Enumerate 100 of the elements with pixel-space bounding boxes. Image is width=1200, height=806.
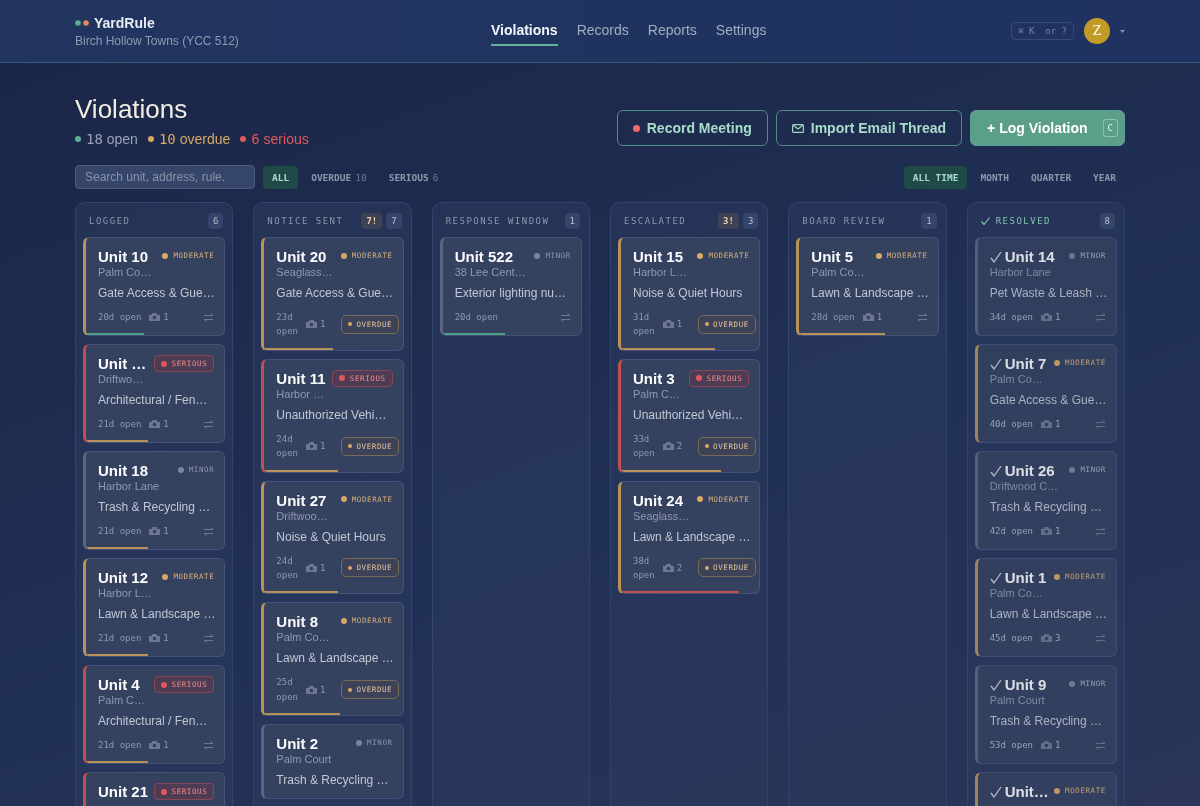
camera-icon [306,685,317,694]
age-text: 28d open [811,312,855,322]
photo-count: 1 [320,319,326,330]
age-text: 23d open [276,311,298,339]
swap-icon[interactable] [1095,312,1106,322]
rule-text: Trash & Recycling … [989,500,1103,514]
community-name: Birch Hollow Towns (YCC 512) [75,33,240,48]
unit-name: Unit 11 [276,369,326,387]
rule-text: Trash & Recycling … [276,773,390,788]
unit-name: Unit 8 [276,613,318,631]
rule-text: Gate Access & Gue… [989,393,1106,407]
nav-tab[interactable]: Violations [491,16,558,46]
address-text: 38 Lee Cent… [454,266,527,278]
address-text: Palm Co… [98,266,153,278]
photo-count: 1 [163,526,169,536]
unit-name: Unit 4 [98,676,140,693]
rule-text: Trash & Recycling … [98,500,212,514]
age-text: 34d open [989,312,1033,322]
column-title: LOGGED [89,216,131,226]
nav-tab[interactable]: Settings [715,16,767,46]
swap-icon[interactable] [203,633,215,643]
swap-icon[interactable] [203,526,215,536]
key-hint: C [1102,119,1118,137]
page-title: Violations [75,94,189,125]
rule-text: Unauthorized Vehi… [633,407,745,422]
rule-text: Noise & Quiet Hours [633,286,744,300]
camera-icon [1041,527,1052,535]
photo-count: 1 [320,562,326,573]
logo-icon [75,19,89,26]
period-chip[interactable]: MONTH [971,165,1019,189]
period-chip[interactable]: QUARTER [1022,165,1081,189]
column-title: ESCALATED [624,216,687,226]
camera-icon [149,420,161,428]
address-text: Driftwoo… [276,509,329,522]
record-meeting-button[interactable]: Record Meeting [616,110,768,146]
age-text: 20d open [454,312,498,322]
card-count: 1 [921,213,937,229]
photo-count: 1 [163,312,169,322]
age-text: 24d open [276,432,298,461]
rule-text: Noise & Quiet Hours [276,529,387,544]
swap-icon[interactable] [1095,740,1106,750]
unit-name: Unit 27 [276,491,327,509]
check-icon [989,250,1002,263]
photo-count: 1 [1055,419,1061,429]
rule-text: Gate Access & Gue… [98,286,215,300]
swap-icon[interactable] [560,312,571,322]
camera-icon [662,563,674,572]
unit-name: Unit 10 [98,248,148,265]
card-count: 8 [1099,213,1115,229]
swap-icon[interactable] [203,419,215,429]
nav-tab[interactable]: Records [576,16,629,46]
check-icon [989,464,1002,477]
period-chip[interactable]: ALL TIME [903,165,968,189]
nav-tab[interactable]: Reports [647,16,697,46]
caret-icon[interactable] [1120,29,1125,33]
rule-text: Lawn & Landscape … [98,607,215,621]
overdue-count: 7! [361,213,383,229]
filter-chip[interactable]: SERIOUS 6 [379,165,448,189]
import-email-button[interactable]: Import Email Thread [775,110,963,146]
rule-text: Lawn & Landscape … [276,651,393,666]
filter-chip[interactable]: ALL [263,165,299,189]
age-text: 21d open [98,419,142,429]
swap-icon[interactable] [1095,526,1106,536]
age-text: 31d open [633,311,655,339]
stat-label: 18 open [86,131,138,147]
photo-count: 3 [1055,633,1061,643]
envelope-icon [791,123,804,133]
unit-name: Unit 2 [276,735,318,753]
address-text: Palm Court [276,753,333,766]
card-count: 6 [207,213,224,229]
address-text: Harbor L… [633,266,688,278]
filter-chip[interactable]: OVERDUE 10 [302,165,376,189]
swap-icon[interactable] [916,312,928,322]
camera-icon [149,741,161,749]
address-text: Harbor L… [98,587,153,599]
search-field[interactable]: Search unit, address, rule. [75,165,255,189]
photo-count: 1 [1055,526,1061,536]
age-text: 24d open [276,554,298,582]
overdue-count: 3! [718,213,739,229]
shortcut-hint: ⌘ K or ? [1011,22,1074,40]
period-chip[interactable]: YEAR [1084,165,1125,189]
swap-icon[interactable] [203,740,215,750]
unit-name: Unit 18 [98,462,148,479]
photo-count: 1 [163,419,169,429]
age-text: 21d open [98,526,142,536]
rule-text: Exterior lighting nu… [454,286,568,300]
check-icon [989,571,1002,584]
stat-label: 6 serious [251,131,309,147]
unit-name: Unit 26 [1004,462,1055,479]
unit-name: Unit 7 [1004,355,1047,372]
swap-icon[interactable] [203,312,215,322]
camera-icon [662,442,674,451]
rule-text: Unauthorized Vehi… [276,407,388,422]
rule-text: Pet Waste & Leash … [989,286,1106,300]
rule-text: Architectural / Fen… [98,714,209,728]
age-text: 40d open [989,419,1033,429]
swap-icon[interactable] [1095,419,1106,429]
age-text: 25d open [276,676,298,704]
camera-icon [1041,634,1052,642]
swap-icon[interactable] [1095,633,1106,643]
